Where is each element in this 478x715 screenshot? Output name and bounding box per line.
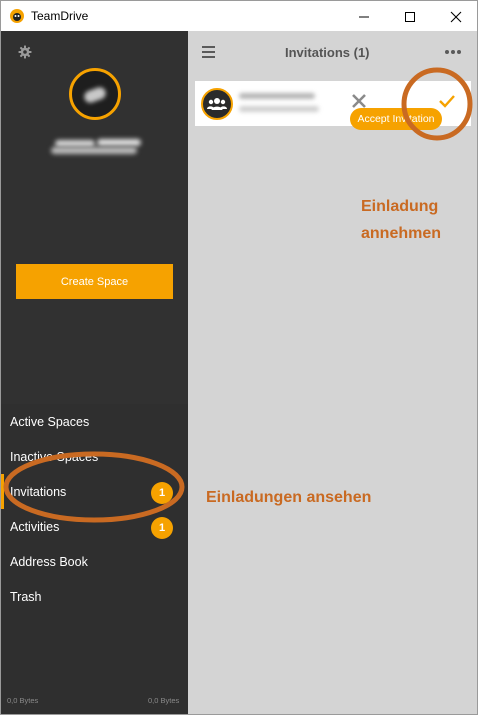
- maximize-button[interactable]: [387, 1, 433, 32]
- sidebar-item-address-book[interactable]: Address Book: [1, 544, 188, 579]
- checkmark-icon: [439, 95, 455, 108]
- sidebar-item-invitations[interactable]: Invitations 1: [1, 474, 188, 509]
- sidebar-item-activities[interactable]: Activities 1: [1, 509, 188, 544]
- accept-annotation-line1: Einladung: [361, 198, 439, 215]
- blurred-username: [51, 137, 147, 155]
- sidebar-item-inactive-spaces[interactable]: Inactive Spaces: [1, 439, 188, 474]
- view-invitations-annotation: Einladungen ansehen: [206, 489, 372, 506]
- sidebar-item-active-spaces[interactable]: Active Spaces: [1, 404, 188, 439]
- blurred-profile-image: [82, 85, 108, 105]
- sidebar-nav: Active Spaces Inactive Spaces Invitation…: [1, 404, 188, 614]
- accept-annotation-line2: annehmen: [361, 225, 442, 242]
- close-icon: [450, 11, 462, 22]
- sidebar-item-label: Activities: [10, 519, 60, 534]
- sidebar-item-trash[interactable]: Trash: [1, 579, 188, 614]
- sidebar-item-label: Active Spaces: [10, 414, 90, 429]
- blurred-space-name: [239, 93, 315, 99]
- close-window-button[interactable]: [433, 1, 478, 32]
- teamdrive-logo-icon: [9, 8, 25, 24]
- decline-invitation-button[interactable]: [351, 93, 367, 109]
- minimize-button[interactable]: [341, 1, 387, 32]
- activities-count-badge: 1: [151, 517, 173, 539]
- main-panel: Invitations (1) Accept Invitation: [188, 31, 477, 714]
- avatar[interactable]: [69, 68, 121, 120]
- invitations-count-badge: 1: [151, 482, 173, 504]
- title-bar: TeamDrive: [0, 0, 478, 31]
- profile-section: Create Space: [1, 31, 188, 404]
- sidebar: Create Space Active Spaces Inactive Spac…: [1, 31, 188, 714]
- close-icon: [352, 94, 366, 108]
- create-space-button[interactable]: Create Space: [16, 264, 173, 299]
- accept-invitation-button[interactable]: [438, 93, 456, 109]
- page-title: Invitations (1): [285, 45, 370, 60]
- hamburger-icon[interactable]: [202, 45, 216, 58]
- sidebar-item-label: Inactive Spaces: [10, 449, 99, 464]
- accept-annotation: Einladung annehmen: [361, 193, 471, 247]
- accept-invitation-tooltip: Accept Invitation: [350, 108, 442, 130]
- invitation-avatar: [201, 88, 233, 120]
- storage-used: 0,0 Bytes: [7, 696, 39, 705]
- blurred-inviter: [239, 106, 319, 112]
- storage-total: 0,0 Bytes: [148, 696, 180, 705]
- gear-icon[interactable]: [18, 45, 32, 59]
- maximize-icon: [405, 11, 415, 22]
- group-icon: [207, 98, 227, 110]
- sidebar-item-label: Invitations: [10, 484, 67, 499]
- window-title: TeamDrive: [31, 9, 89, 23]
- sidebar-item-label: Address Book: [10, 554, 88, 569]
- sidebar-item-label: Trash: [10, 589, 42, 604]
- more-dots-icon[interactable]: [443, 45, 463, 57]
- minimize-icon: [359, 16, 369, 17]
